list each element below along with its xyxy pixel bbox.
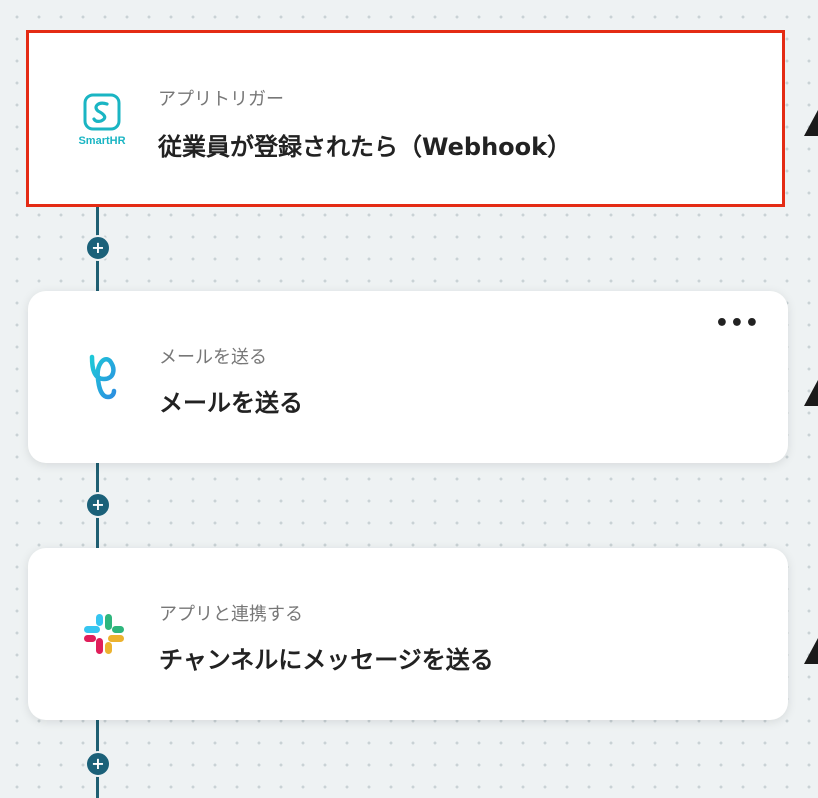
step-card-slack[interactable]: アプリと連携する チャンネルにメッセージを送る <box>28 548 788 720</box>
smarthr-logo-text: SmartHR <box>78 135 125 147</box>
add-step-button[interactable]: + <box>85 235 111 261</box>
add-step-button[interactable]: + <box>85 492 111 518</box>
scroll-indicator-icon[interactable] <box>804 638 818 664</box>
slack-icon <box>76 606 132 662</box>
trigger-app-label: アプリトリガー <box>158 89 284 110</box>
step-card-mail[interactable]: メールを送る メールを送る ••• <box>28 291 788 463</box>
step-app-label: メールを送る <box>159 347 267 368</box>
scroll-indicator-icon[interactable] <box>804 380 818 406</box>
more-options-icon[interactable]: ••• <box>715 313 760 335</box>
trigger-title: 従業員が登録されたら（Webhook） <box>158 133 572 161</box>
add-step-button[interactable]: + <box>85 751 111 777</box>
plus-icon: + <box>91 494 105 514</box>
step-title: メールを送る <box>159 389 303 417</box>
trigger-card[interactable]: SmartHR アプリトリガー 従業員が登録されたら（Webhook） <box>26 30 785 207</box>
plus-icon: + <box>91 753 105 773</box>
smarthr-logo-icon: SmartHR <box>74 93 130 149</box>
yoom-mail-icon <box>76 349 132 405</box>
scroll-indicator-icon[interactable] <box>804 110 818 136</box>
step-title: チャンネルにメッセージを送る <box>159 646 494 674</box>
plus-icon: + <box>91 237 105 257</box>
step-app-label: アプリと連携する <box>159 604 303 625</box>
